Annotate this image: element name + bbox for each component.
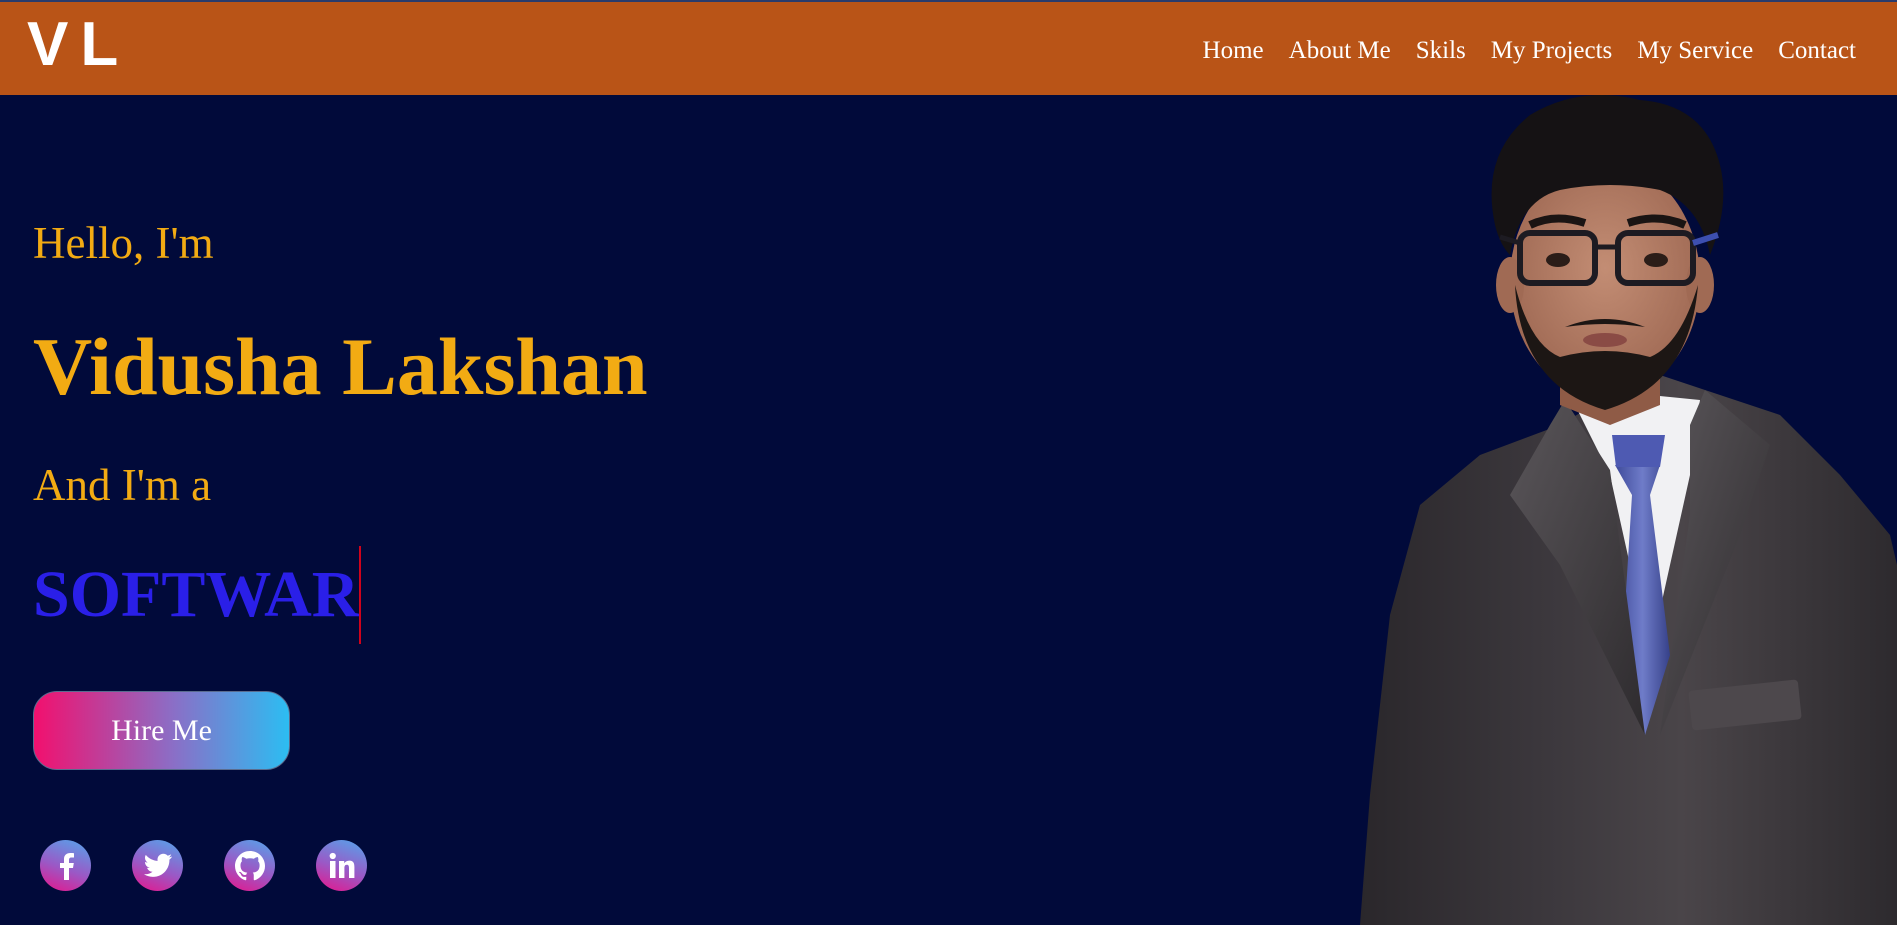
linkedin-link[interactable]: [316, 840, 367, 891]
nav-link-contact[interactable]: Contact: [1778, 37, 1856, 64]
navbar: VL Home About Me Skils My Projects My Se…: [0, 0, 1897, 95]
github-link[interactable]: [224, 840, 275, 891]
github-icon: [234, 850, 265, 881]
typed-role: SOFTWAR: [33, 546, 362, 644]
nav-link-my-projects[interactable]: My Projects: [1491, 37, 1613, 64]
twitter-link[interactable]: [132, 840, 183, 891]
twitter-icon: [143, 853, 173, 879]
nav-link-about-me[interactable]: About Me: [1289, 37, 1391, 64]
nav-links: Home About Me Skils My Projects My Servi…: [1203, 38, 1856, 63]
site-logo[interactable]: VL: [27, 14, 130, 76]
facebook-icon: [55, 852, 77, 880]
typed-role-text: SOFTWAR: [33, 558, 360, 631]
hero-role-intro: And I'm a: [33, 460, 212, 510]
nav-link-home[interactable]: Home: [1203, 37, 1264, 64]
social-links: [40, 840, 367, 891]
linkedin-icon: [328, 852, 356, 880]
typing-cursor: [359, 546, 362, 644]
hire-me-button[interactable]: Hire Me: [33, 691, 290, 770]
hero-greeting: Hello, I'm: [33, 218, 214, 268]
facebook-link[interactable]: [40, 840, 91, 891]
nav-link-skills[interactable]: Skils: [1416, 37, 1466, 64]
nav-link-my-service[interactable]: My Service: [1637, 37, 1753, 64]
hero-name: Vidusha Lakshan: [33, 321, 648, 412]
profile-portrait: [1360, 95, 1897, 925]
portfolio-page: VL Home About Me Skils My Projects My Se…: [0, 0, 1897, 925]
